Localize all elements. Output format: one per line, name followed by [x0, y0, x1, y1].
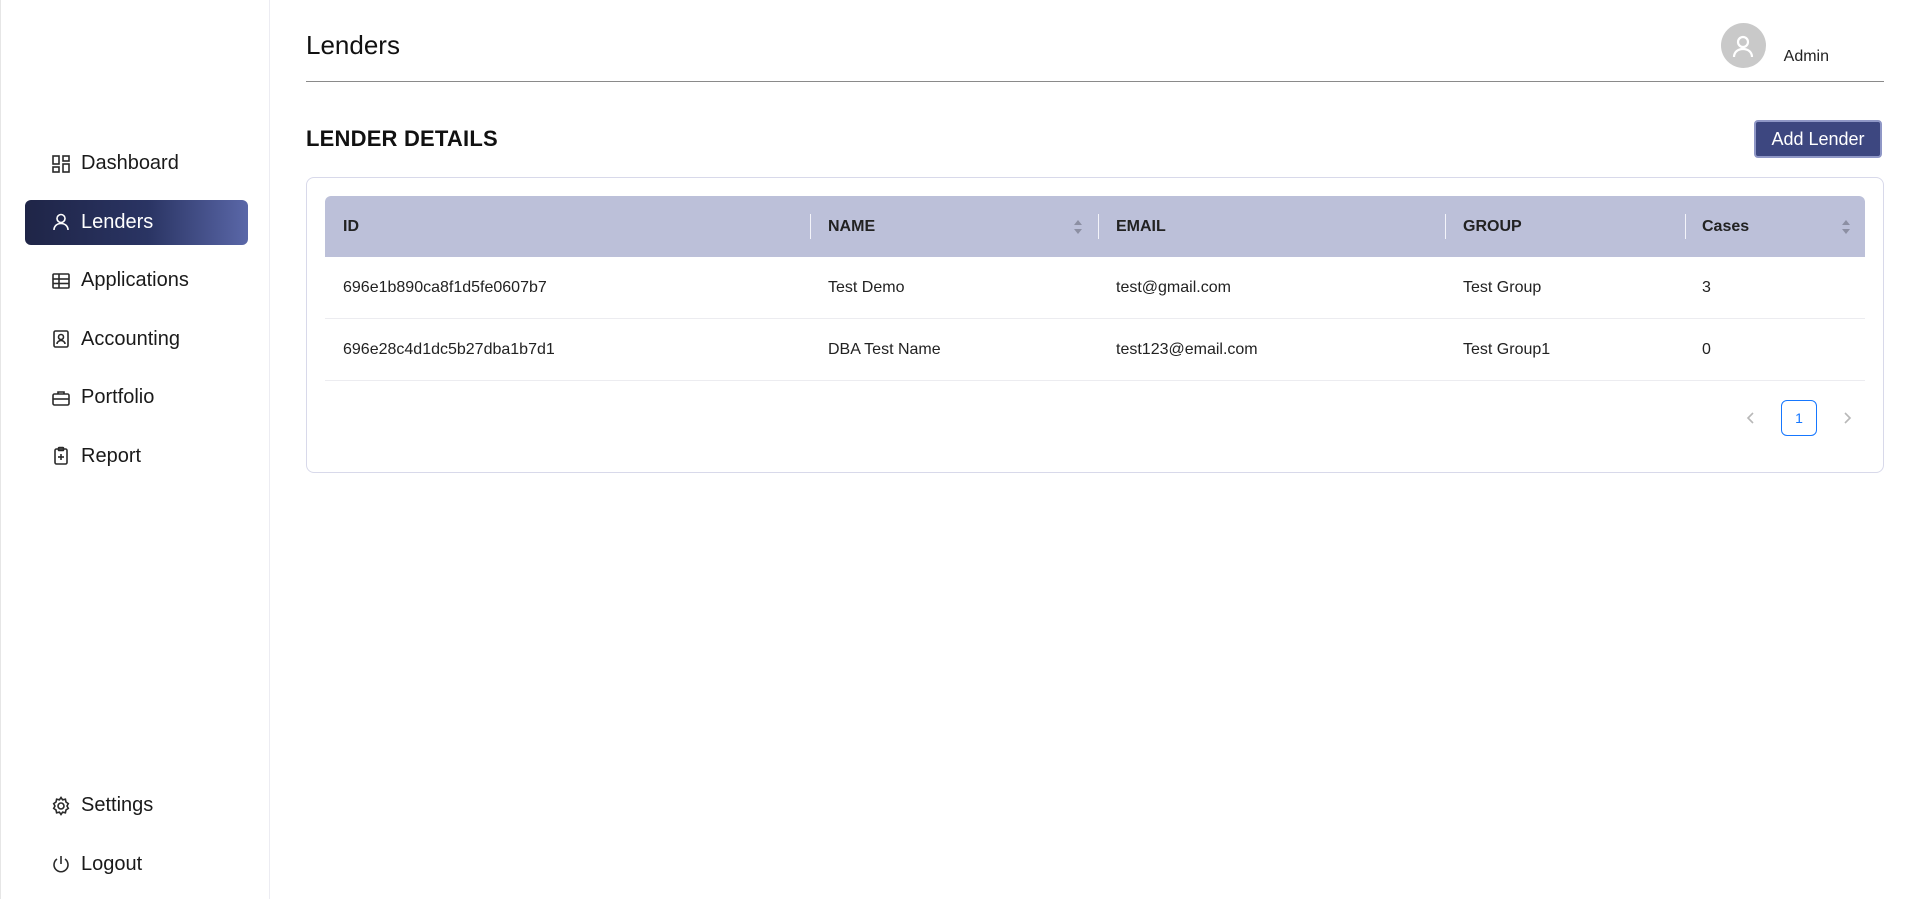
cell-cases: 0	[1702, 341, 1711, 358]
cell-email: test123@email.com	[1116, 341, 1258, 358]
avatar[interactable]	[1720, 23, 1766, 68]
user-icon	[50, 211, 72, 233]
sidebar-item-accounting[interactable]: Accounting	[25, 317, 248, 362]
sidebar-item-applications[interactable]: Applications	[25, 258, 248, 303]
chevron-right-icon	[1844, 412, 1852, 424]
lenders-table-card: ID NAME EMAIL GROUP Cases 696e1b890ca8f1…	[306, 177, 1884, 473]
table-row[interactable]: 696e28c4d1dc5b27dba1b7d1 DBA Test Name t…	[325, 319, 1865, 381]
table-icon	[50, 270, 72, 292]
column-header-group[interactable]: GROUP	[1463, 196, 1522, 257]
column-divider	[810, 214, 811, 239]
user-menu[interactable]: Admin	[1720, 23, 1829, 68]
sidebar-item-lenders[interactable]: Lenders	[25, 199, 248, 245]
pagination: 1	[1733, 400, 1865, 436]
sidebar-item-label: Report	[81, 444, 142, 467]
column-divider	[1445, 214, 1446, 239]
sidebar-item-label: Logout	[81, 852, 143, 875]
sidebar-item-label: Dashboard	[81, 152, 179, 174]
page-number[interactable]: 1	[1781, 400, 1817, 436]
gear-icon	[50, 795, 72, 817]
table-row[interactable]: 696e1b890ca8f1d5fe0607b7 Test Demo test@…	[325, 257, 1865, 319]
sidebar-item-label: Accounting	[81, 327, 180, 350]
column-header-cases[interactable]: Cases	[1702, 196, 1749, 257]
sidebar-item-settings[interactable]: Settings	[25, 783, 248, 828]
cell-email: test@gmail.com	[1116, 279, 1231, 296]
sidebar-nav: Dashboard Lenders Applications Accountin…	[25, 141, 248, 492]
table-header: ID NAME EMAIL GROUP Cases	[325, 196, 1865, 257]
power-icon	[50, 853, 72, 875]
column-header-email[interactable]: EMAIL	[1116, 196, 1166, 257]
lenders-table: ID NAME EMAIL GROUP Cases 696e1b890ca8f1…	[325, 196, 1865, 381]
next-page-button[interactable]	[1829, 400, 1865, 436]
main-content: Lenders Admin LENDER DETAILS Add Lender …	[306, 0, 1884, 899]
cell-name: Test Demo	[828, 279, 905, 296]
cell-cases: 3	[1702, 279, 1711, 296]
cell-name: DBA Test Name	[828, 341, 941, 358]
clipboard-plus-icon	[50, 445, 72, 467]
page-title: Lenders	[306, 30, 400, 60]
user-avatar-icon	[1733, 35, 1754, 57]
sidebar-bottom-nav: Settings Logout	[25, 783, 248, 900]
sidebar-item-label: Applications	[81, 269, 189, 291]
add-lender-button[interactable]: Add Lender	[1754, 120, 1882, 158]
header-divider	[306, 81, 1884, 82]
sidebar-item-portfolio[interactable]: Portfolio	[25, 375, 248, 420]
briefcase-icon	[50, 387, 72, 409]
contact-book-icon	[50, 328, 72, 350]
column-divider	[1685, 214, 1686, 239]
column-divider	[1098, 214, 1099, 239]
sidebar-item-label: Lenders	[81, 210, 154, 233]
sort-icon[interactable]	[1841, 218, 1851, 236]
sidebar: Dashboard Lenders Applications Accountin…	[0, 0, 270, 899]
sort-icon[interactable]	[1073, 218, 1083, 236]
sidebar-item-report[interactable]: Report	[25, 434, 248, 479]
sidebar-item-dashboard[interactable]: Dashboard	[25, 141, 248, 186]
user-name: Admin	[1783, 48, 1829, 65]
column-header-id[interactable]: ID	[343, 196, 359, 257]
chevron-left-icon	[1746, 412, 1754, 424]
sidebar-item-logout[interactable]: Logout	[25, 842, 248, 887]
prev-page-button[interactable]	[1733, 400, 1769, 436]
cell-id: 696e28c4d1dc5b27dba1b7d1	[343, 341, 555, 358]
dashboard-icon	[50, 153, 72, 175]
section-title: LENDER DETAILS	[306, 126, 498, 151]
cell-id: 696e1b890ca8f1d5fe0607b7	[343, 279, 547, 296]
sidebar-item-label: Portfolio	[81, 386, 155, 408]
cell-group: Test Group	[1463, 279, 1542, 296]
sidebar-item-label: Settings	[81, 794, 154, 816]
cell-group: Test Group1	[1463, 341, 1551, 358]
column-header-name[interactable]: NAME	[828, 196, 875, 257]
